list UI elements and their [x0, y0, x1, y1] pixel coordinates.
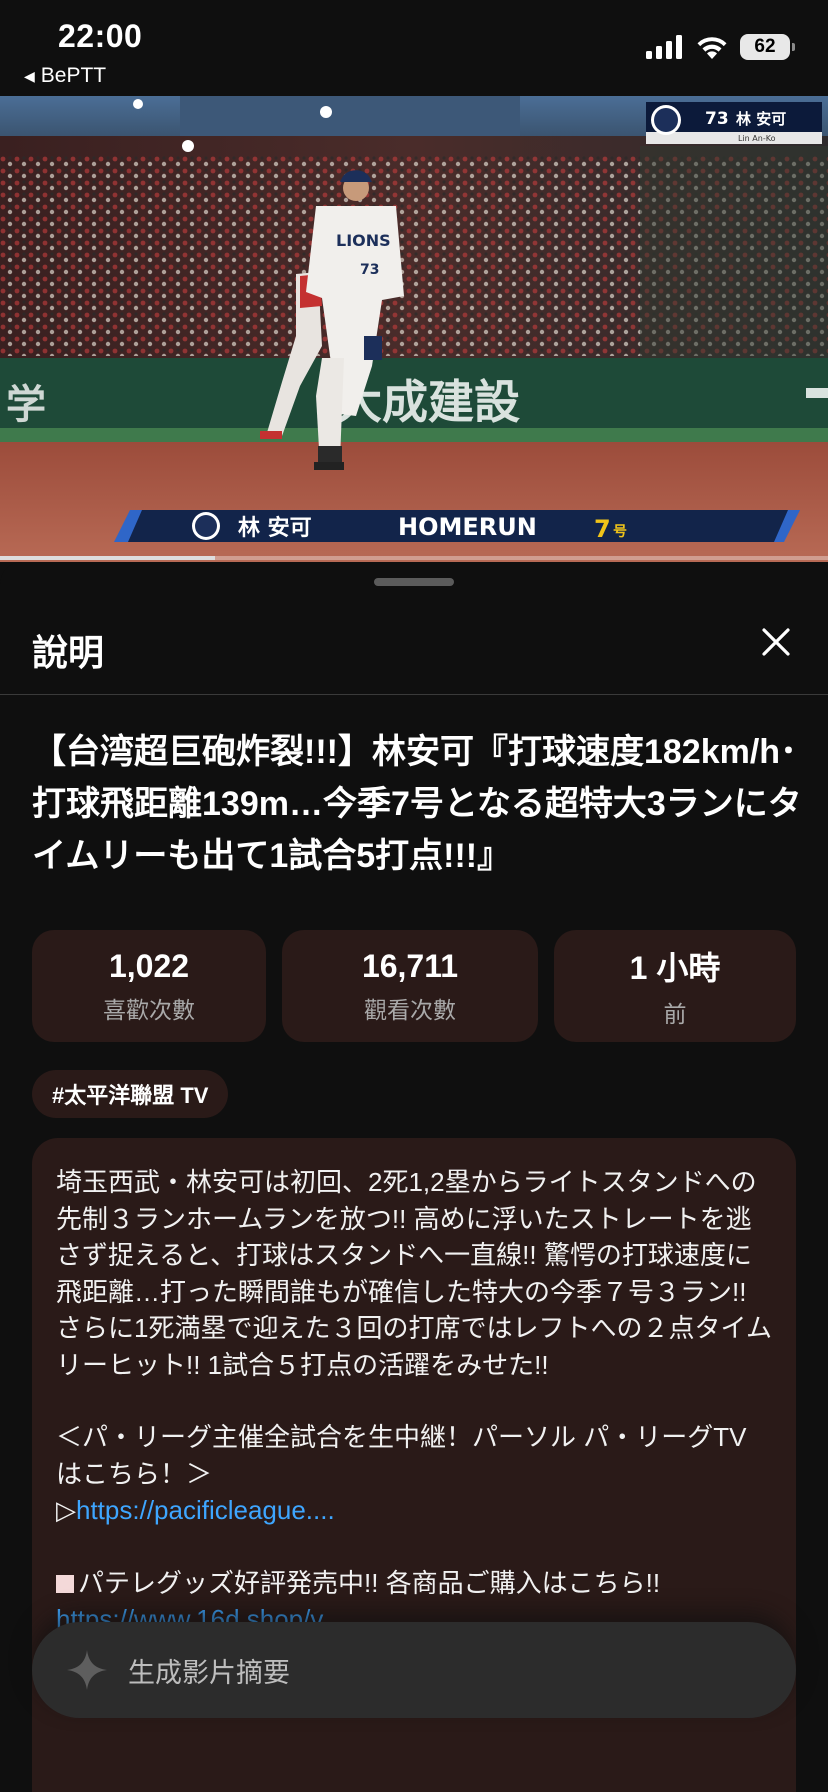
stats-row: 1,022 喜歡次數 16,711 觀看次數 1 小時 前	[32, 930, 796, 1042]
banner-event: HOMERUN	[398, 513, 537, 541]
description-paragraph: パテレグッズ好評発売中!! 各商品ご購入はこちら!!	[56, 1565, 772, 1602]
bug-player-romaji: Lin An-Ko	[738, 134, 776, 143]
views-stat: 16,711 觀看次數	[282, 930, 538, 1042]
wifi-icon	[697, 37, 727, 59]
video-frame: 学 大成建設 LIONS 73 73 林 安可 Lin An-Ko 林 安可 H…	[0, 96, 828, 562]
upload-time-label: 前	[663, 1001, 687, 1027]
back-to-app-link[interactable]: ◀ BePTT	[24, 64, 106, 88]
back-triangle-icon: ◀	[24, 67, 35, 84]
battery-level: 62	[754, 36, 776, 57]
header-divider	[0, 694, 828, 695]
video-player[interactable]: 学 大成建設 LIONS 73 73 林 安可 Lin An-Ko 林 安可 H…	[0, 96, 828, 562]
hashtag-chip[interactable]: #太平洋聯盟 TV	[32, 1070, 229, 1118]
status-time: 22:00	[58, 18, 143, 54]
score-bug: 73 林 安可 Lin An-Ko	[646, 102, 822, 144]
sparkle-icon	[67, 1650, 107, 1690]
close-button[interactable]	[752, 618, 800, 666]
jersey-number: 73	[360, 262, 379, 278]
homerun-banner: 林 安可 HOMERUN 7 号	[114, 510, 800, 543]
status-indicators: 62	[646, 34, 795, 60]
bug-player-name: 林 安可	[736, 110, 786, 128]
generate-summary-button[interactable]: 生成影片摘要	[32, 1622, 796, 1718]
description-sheet: 說明 【台湾超巨砲炸裂!!!】林安可『打球速度182km/h･打球飛距離139m…	[0, 562, 828, 1792]
bug-number: 73	[705, 109, 729, 129]
upload-time-stat: 1 小時 前	[554, 930, 796, 1042]
views-label: 觀看次數	[364, 996, 456, 1023]
goods-text: パテレグッズ好評発売中!! 各商品ご購入はこちら!!	[78, 1567, 661, 1598]
summary-label: 生成影片摘要	[128, 1657, 290, 1688]
description-link-line: ▷https://pacificleague....	[56, 1492, 772, 1529]
close-icon	[762, 628, 790, 656]
likes-stat: 1,022 喜歡次數	[32, 930, 266, 1042]
likes-label: 喜歡次數	[103, 996, 195, 1023]
banner-count-unit: 号	[613, 524, 627, 540]
video-title: 【台湾超巨砲炸裂!!!】林安可『打球速度182km/h･打球飛距離139m…今季…	[32, 733, 802, 875]
views-count: 16,711	[361, 947, 459, 984]
square-bullet-icon	[56, 1574, 74, 1593]
battery-icon: 62	[740, 34, 795, 60]
svg-text:LIONS: LIONS	[336, 231, 391, 250]
pacificleague-link[interactable]: https://pacificleague....	[76, 1495, 335, 1525]
cellular-signal-icon	[646, 35, 682, 59]
video-progress-fill	[0, 556, 216, 560]
banner-player-name: 林 安可	[238, 515, 312, 541]
drag-handle[interactable]	[374, 578, 454, 586]
description-paragraph: ＜パ・リーグ主催全試合を生中継！パーソル パ・リーグTVはこちら！＞	[56, 1422, 747, 1489]
banner-count: 7	[594, 515, 611, 543]
video-progress-bar[interactable]	[0, 556, 828, 560]
likes-count: 1,022	[108, 947, 190, 984]
upload-time-value: 1 小時	[629, 950, 721, 986]
back-app-label: BePTT	[40, 64, 107, 87]
wall-sponsor-left: 学	[6, 382, 46, 428]
description-paragraph: 埼玉西武・林安可は初回、2死1,2塁からライトスタンドへの先制３ランホームランを…	[56, 1167, 772, 1380]
sheet-title: 說明	[32, 632, 105, 673]
status-bar: 22:00 ◀ BePTT 62	[0, 0, 828, 96]
link-prefix: ▷	[56, 1495, 76, 1525]
